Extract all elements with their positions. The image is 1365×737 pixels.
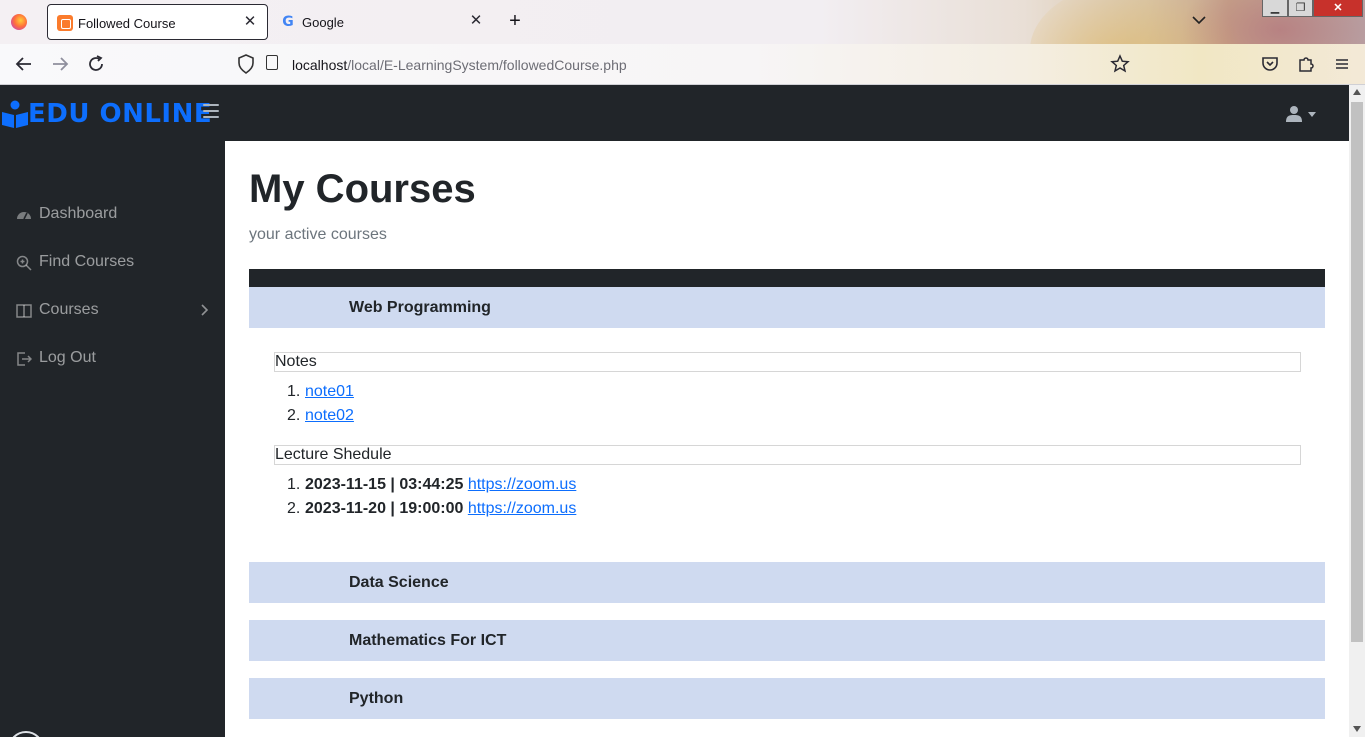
course-name: Web Programming [349,299,491,316]
page-subtitle: your active courses [249,226,387,243]
bookmark-star-icon[interactable] [1108,52,1132,76]
sidebar-item-courses[interactable]: Courses [0,290,225,330]
window-controls: ▁ ❐ ✕ [1262,0,1365,18]
scroll-down-arrow-icon[interactable] [1353,726,1361,732]
pocket-icon[interactable] [1258,52,1282,76]
page-info-icon[interactable] [266,55,278,70]
schedule-list: 1. 2023-11-15 | 03:44:25 https://zoom.us … [287,476,576,524]
firefox-menu-icon[interactable] [11,14,27,30]
scroll-up-arrow-icon[interactable] [1353,89,1361,95]
url-host: localhost [292,57,348,73]
scrollbar-thumb[interactable] [1351,102,1363,642]
xampp-icon [57,15,73,31]
minimize-window-button[interactable]: ▁ [1262,0,1288,17]
sidebar: Dashboard Find Courses Courses Log Out [0,141,225,737]
back-arrow-icon[interactable] [12,52,36,76]
sidebar-item-dashboard[interactable]: Dashboard [0,194,225,234]
note-link[interactable]: note01 [305,383,354,400]
url-bar[interactable]: localhost/local/E-LearningSystem/followe… [292,57,627,73]
course-name: Data Science [349,574,449,591]
close-tab-icon[interactable]: ✕ [467,11,485,31]
lecture-datetime: 2023-11-20 | 19:00:00 [305,500,464,517]
course-details: Notes 1. note01 2. note02 Lecture Shedule … [249,328,1325,562]
restore-window-button[interactable]: ❐ [1288,0,1313,17]
tachometer-icon [17,212,31,220]
book-reader-icon [2,100,28,128]
close-tab-icon[interactable]: ✕ [241,12,259,32]
sidebar-item-label: Dashboard [39,205,118,222]
chevron-right-icon [201,304,209,316]
list-number: 2. [287,407,301,424]
app-top-navbar: EDU ONLINE [0,85,1349,141]
page-title: My Courses [249,167,476,211]
search-plus-icon [16,255,32,271]
reload-icon[interactable] [84,52,108,76]
sidebar-item-label: Log Out [39,349,96,366]
tab-google[interactable]: G Google ✕ [272,4,493,40]
avatar[interactable] [8,731,44,737]
brand-link[interactable]: EDU ONLINE [0,99,212,129]
tab-title: Google [302,15,344,30]
user-dropdown[interactable] [1286,105,1320,125]
sidebar-item-log-out[interactable]: Log Out [0,338,225,378]
course-row-python[interactable]: Python [249,678,1325,719]
course-name: Mathematics For ICT [349,632,507,649]
page-scrollbar[interactable] [1349,85,1365,737]
note-link[interactable]: note02 [305,407,354,424]
sidebar-item-label: Find Courses [39,253,135,270]
list-number: 1. [287,383,301,400]
url-path: /local/E-LearningSystem/followedCourse.p… [347,57,627,73]
list-all-tabs-icon[interactable] [1192,13,1206,28]
course-row-mathematics-for-ict[interactable]: Mathematics For ICT [249,620,1325,661]
list-item: 2. 2023-11-20 | 19:00:00 https://zoom.us [287,500,576,524]
browser-nav-bar: localhost/local/E-LearningSystem/followe… [0,44,1365,85]
main-content: My Courses your active courses Web Progr… [225,141,1349,737]
new-tab-button[interactable]: + [505,9,525,33]
courses-table-header [249,269,1325,287]
close-window-button[interactable]: ✕ [1313,0,1363,17]
tracking-shield-icon[interactable] [237,53,255,75]
sidebar-item-label: Courses [39,301,99,318]
columns-icon [16,304,32,318]
tab-followed-course[interactable]: Followed Course ✕ [47,4,268,40]
course-name: Python [349,690,404,707]
course-row-data-science[interactable]: Data Science [249,562,1325,603]
list-item: 1. 2023-11-15 | 03:44:25 https://zoom.us [287,476,576,500]
list-item: 2. note02 [287,407,354,431]
course-row-web-programming[interactable]: Web Programming [249,287,1325,328]
browser-tab-bar: Followed Course ✕ G Google ✕ + ▁ ❐ ✕ [0,0,1365,120]
forward-arrow-icon[interactable] [48,52,72,76]
user-icon [1286,106,1302,122]
brand-name: EDU ONLINE [28,99,213,129]
sign-out-icon [17,352,32,366]
caret-down-icon [1308,112,1316,117]
sidebar-item-find-courses[interactable]: Find Courses [0,242,225,282]
notes-list: 1. note01 2. note02 [287,383,354,431]
hamburger-menu-icon[interactable] [1330,52,1354,76]
schedule-heading: Lecture Shedule [274,445,1301,465]
list-number: 2. [287,500,301,517]
sidebar-toggle-button[interactable] [203,104,219,121]
extensions-icon[interactable] [1294,52,1318,76]
lecture-datetime: 2023-11-15 | 03:44:25 [305,476,464,493]
zoom-link[interactable]: https://zoom.us [468,500,577,517]
tab-title: Followed Course [78,16,176,31]
google-icon: G [282,14,294,30]
list-item: 1. note01 [287,383,354,407]
zoom-link[interactable]: https://zoom.us [468,476,577,493]
notes-heading: Notes [274,352,1301,372]
list-number: 1. [287,476,301,493]
